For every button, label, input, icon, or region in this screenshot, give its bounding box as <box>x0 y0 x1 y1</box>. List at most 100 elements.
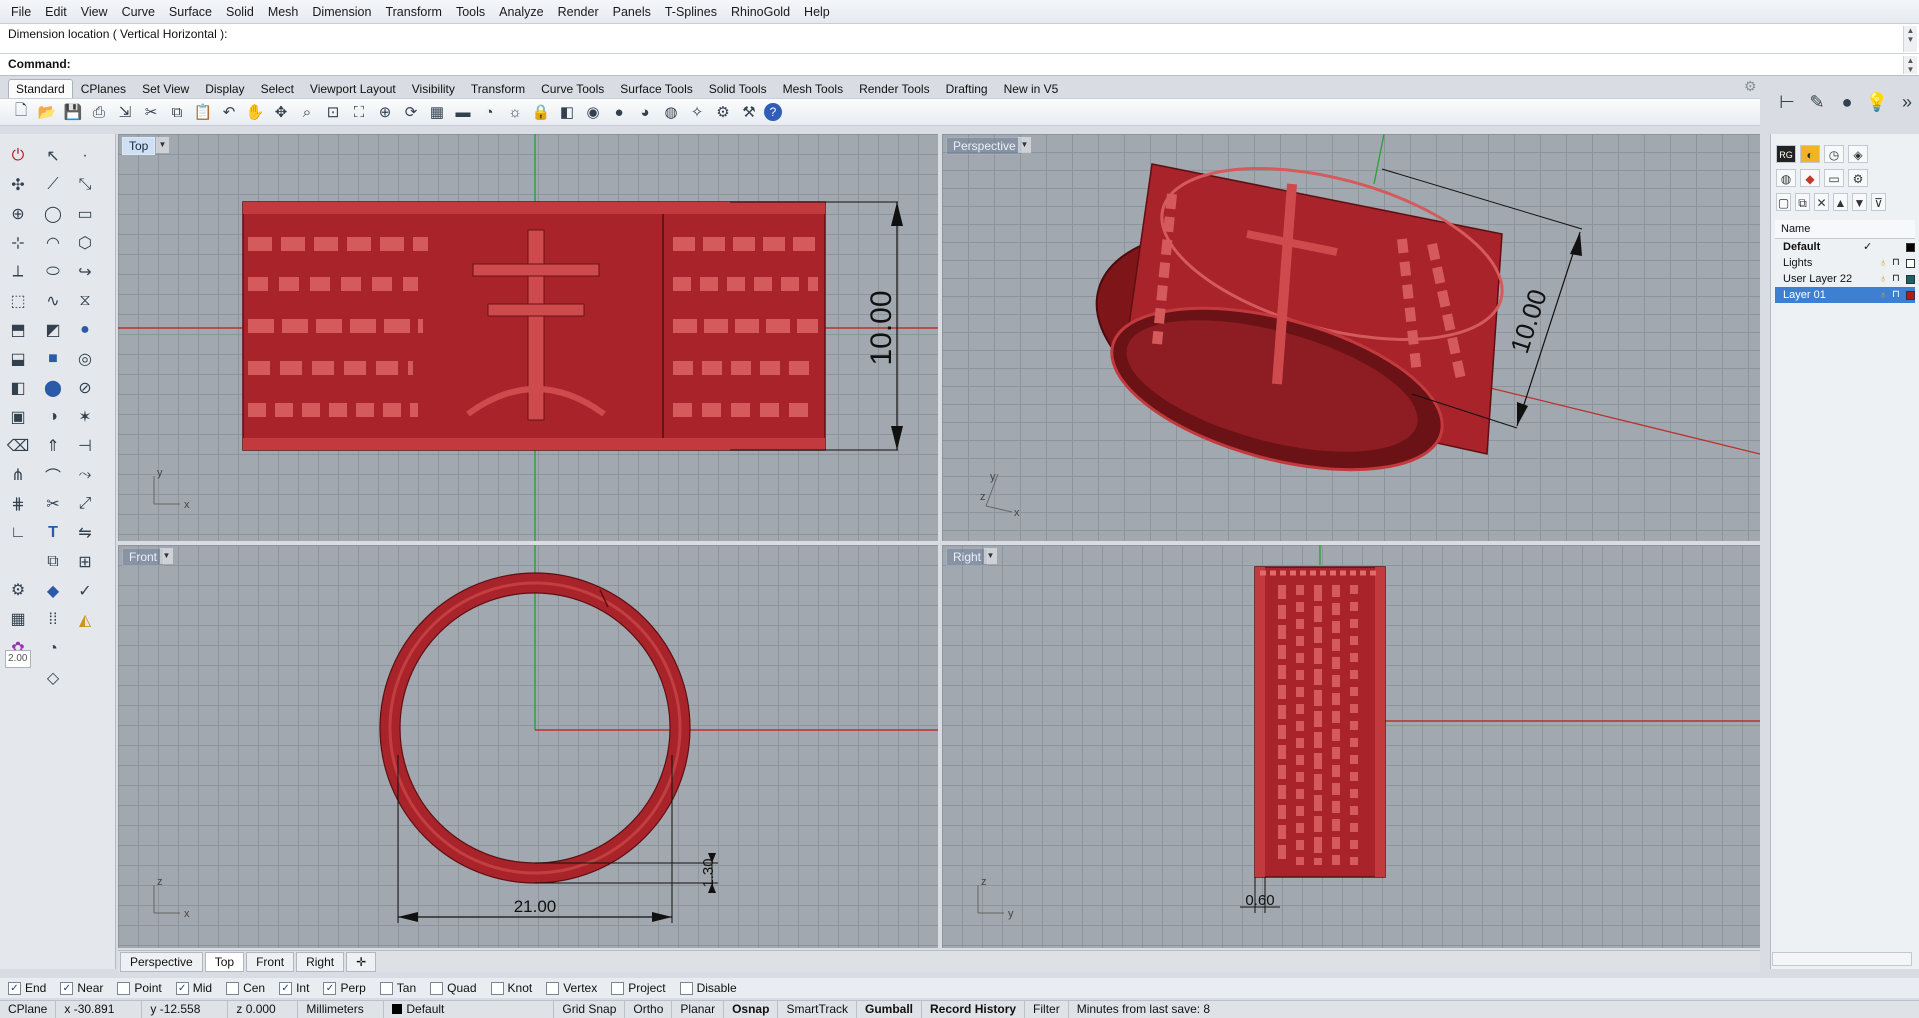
undo-icon[interactable]: ↶ <box>218 101 240 123</box>
loft-icon[interactable]: ⧖ <box>72 289 98 313</box>
layer-color-swatch[interactable] <box>1906 275 1915 284</box>
analyze-icon[interactable]: ◔ <box>40 637 66 661</box>
new-layer-icon[interactable]: ▢ <box>1776 193 1791 211</box>
menu-panels[interactable]: Panels <box>606 5 658 19</box>
viewport-right-label[interactable]: Right <box>946 548 989 566</box>
status-osnap[interactable]: Osnap <box>724 1000 779 1018</box>
viewport-top[interactable]: 10.00 x y Top ▼ <box>118 134 938 541</box>
status-smarttrack[interactable]: SmartTrack <box>778 1000 857 1018</box>
split-icon[interactable]: ⊘ <box>72 376 98 400</box>
sphere-wire-icon[interactable]: ⊕ <box>5 202 31 226</box>
shade-icon[interactable]: ● <box>608 101 630 123</box>
cube-front-icon[interactable]: ⬓ <box>5 347 31 371</box>
layer-lock-icon[interactable]: ⊓ <box>1892 271 1900 287</box>
layer-icon[interactable]: ◧ <box>556 101 578 123</box>
menu-file[interactable]: File <box>4 5 38 19</box>
dimension-tool-icon[interactable]: ⊢ <box>1776 91 1798 113</box>
command-line[interactable]: Command: ▲ ▼ <box>0 54 1919 76</box>
osnap-tan-checkbox[interactable] <box>379 981 393 995</box>
zoom-selected-icon[interactable]: ⊕ <box>374 101 396 123</box>
render-mode-icon[interactable]: ◇ <box>40 666 66 690</box>
status-filter[interactable]: Filter <box>1025 1000 1069 1018</box>
osnap-knot-checkbox[interactable] <box>490 981 504 995</box>
clock-panel-icon[interactable]: ◷ <box>1824 145 1844 163</box>
osnap-knot[interactable]: Knot <box>490 981 532 995</box>
tab-new-in-v5[interactable]: New in V5 <box>996 79 1067 98</box>
polyline-icon[interactable]: ⟋ <box>40 173 66 197</box>
cube-persp-icon[interactable]: ▣ <box>5 405 31 429</box>
circle-icon[interactable]: ◯ <box>40 202 66 226</box>
layer-color-swatch[interactable] <box>1906 291 1915 300</box>
tab-select[interactable]: Select <box>253 79 302 98</box>
layer-color-swatch[interactable] <box>1906 259 1915 268</box>
tab-viewport-layout[interactable]: Viewport Layout <box>302 79 404 98</box>
status-units[interactable]: Millimeters <box>298 1000 385 1018</box>
delete-layer-icon[interactable]: ✕ <box>1814 193 1829 211</box>
cylinder-icon[interactable]: ⬤ <box>40 376 66 400</box>
cut-icon[interactable]: ✂ <box>140 101 162 123</box>
render-icon[interactable]: ◔ <box>478 101 500 123</box>
ortho-icon[interactable]: ∟ <box>5 521 31 545</box>
move-up-icon[interactable]: ▲ <box>1833 193 1848 211</box>
mirror-icon[interactable]: ⇋ <box>72 521 98 545</box>
menu-rhinogold[interactable]: RhinoGold <box>724 5 797 19</box>
layer-lock-icon[interactable]: ⊓ <box>1892 287 1900 303</box>
viewport-top-label[interactable]: Top <box>122 137 156 155</box>
rhinogold-panel-icon[interactable]: RG <box>1776 145 1796 163</box>
torus-icon[interactable]: ◎ <box>72 347 98 371</box>
car-icon[interactable]: ▬ <box>452 101 474 123</box>
osnap-mid-checkbox[interactable]: ✓ <box>175 981 189 995</box>
tab-set-view[interactable]: Set View <box>134 79 197 98</box>
osnap-tan[interactable]: Tan <box>379 981 416 995</box>
text-icon[interactable]: T <box>40 521 66 545</box>
tab-visibility[interactable]: Visibility <box>404 79 463 98</box>
osnap-vertex-checkbox[interactable] <box>546 981 560 995</box>
help-icon[interactable]: ? <box>764 103 782 121</box>
filter-icon[interactable]: ⊽ <box>1871 193 1886 211</box>
menu-view[interactable]: View <box>74 5 115 19</box>
print-icon[interactable]: ⎙ <box>88 101 110 123</box>
menu-solid[interactable]: Solid <box>219 5 261 19</box>
arc-icon[interactable]: ◠ <box>40 231 66 255</box>
osnap-disable[interactable]: Disable <box>679 981 737 995</box>
paste-icon[interactable]: 📋 <box>192 101 214 123</box>
viewport-right-menu-icon[interactable]: ▼ <box>984 548 997 564</box>
options-icon[interactable]: ⚙ <box>712 101 734 123</box>
eraser-icon[interactable]: ⌫ <box>5 434 31 458</box>
menu-mesh[interactable]: Mesh <box>261 5 306 19</box>
layer-lock-icon[interactable]: ⊓ <box>1892 255 1900 271</box>
join-icon[interactable]: ⊣ <box>72 434 98 458</box>
cube-top-icon[interactable]: ⬒ <box>5 318 31 342</box>
snap-icon[interactable]: ⋔ <box>5 463 31 487</box>
status-cplane[interactable]: CPlane <box>0 1000 57 1018</box>
menu-edit[interactable]: Edit <box>38 5 74 19</box>
save-icon[interactable]: 💾 <box>62 101 84 123</box>
new-icon[interactable]: 🗋 <box>10 101 32 123</box>
rectangle-icon[interactable]: ▭ <box>72 202 98 226</box>
viewport-tab-right[interactable]: Right <box>296 951 345 972</box>
osnap-perp-checkbox[interactable]: ✓ <box>323 981 337 995</box>
osnap-cen[interactable]: Cen <box>226 981 265 995</box>
paint-icon[interactable]: ◭ <box>72 608 98 632</box>
gumball-icon[interactable]: ⊹ <box>5 231 31 255</box>
osnap-mid[interactable]: ✓ Mid <box>175 981 212 995</box>
material-icon[interactable]: ◕ <box>634 101 656 123</box>
menu-dimension[interactable]: Dimension <box>305 5 378 19</box>
settings-cube-icon[interactable]: ⚙ <box>5 578 31 602</box>
explode-icon[interactable]: ✶ <box>72 405 98 429</box>
status-grid-snap[interactable]: Grid Snap <box>554 1000 626 1018</box>
mesh-icon[interactable]: ◆ <box>40 579 66 603</box>
osnap-int-checkbox[interactable]: ✓ <box>279 981 293 995</box>
viewport-top-menu-icon[interactable]: ▼ <box>156 137 169 153</box>
tab-standard[interactable]: Standard <box>8 79 73 98</box>
tool-value-field[interactable]: 2.00 <box>5 650 31 668</box>
layer-row[interactable]: Default ✓ <box>1775 239 1915 255</box>
tab-display[interactable]: Display <box>197 79 252 98</box>
cplane-icon[interactable]: ✣ <box>5 173 31 197</box>
viewport-perspective[interactable]: 10.00 x y z Perspective ▼ <box>942 134 1760 541</box>
axis-icon[interactable]: ⟂ <box>5 260 31 284</box>
display-panel-icon[interactable]: ◈ <box>1848 145 1868 163</box>
layer-row[interactable]: Layer 01 ♁ ⊓ <box>1775 287 1915 303</box>
rotate-view-icon[interactable]: ⟳ <box>400 101 422 123</box>
toolbar-settings-gear-icon[interactable]: ⚙ <box>1744 78 1757 95</box>
